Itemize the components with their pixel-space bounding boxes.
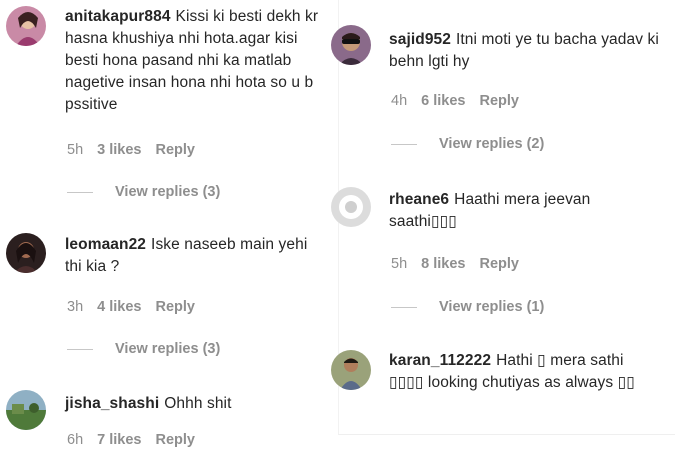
comment-text-block: karan_112222 Hathi ▯ mera sathi ▯▯▯▯ look… [389,350,659,394]
comment-time[interactable]: 3h [67,299,83,315]
comments-column-right: sajid952 Itni moti ye tu bacha yadav ki b… [331,0,675,435]
view-replies-label: View replies (2) [439,136,545,152]
reply-button[interactable]: Reply [155,432,195,448]
comment-meta: 5h 8 likes Reply [391,256,533,272]
comment-body: Ohhh shit [164,395,232,412]
comment-username[interactable]: sajid952 [389,31,451,48]
view-replies-button[interactable]: View replies (3) [67,341,220,357]
view-replies-label: View replies (1) [439,299,545,315]
comment-text-block: leomaan22 Iske naseeb main yehi thi kia ? [65,234,327,278]
comment-username[interactable]: leomaan22 [65,236,146,253]
divider-line [391,143,417,145]
view-replies-label: View replies (3) [115,184,221,200]
comment-likes[interactable]: 6 likes [421,93,465,109]
comment-likes[interactable]: 7 likes [97,432,141,448]
comment-text-block: jisha_shashi Ohhh shit [65,393,327,415]
reply-button[interactable]: Reply [155,299,195,315]
divider-line [67,191,93,193]
comment-likes[interactable]: 4 likes [97,299,141,315]
view-replies-button[interactable]: View replies (3) [67,184,220,200]
reply-button[interactable]: Reply [479,256,519,272]
avatar[interactable] [331,25,371,65]
comments-column-left: anitakapur884 Kissi ki besti dekh kr hasn… [0,0,338,450]
comment-time[interactable]: 5h [67,142,83,158]
avatar[interactable] [6,6,46,46]
comment-meta: 5h 3 likes Reply [67,142,209,158]
avatar[interactable] [331,187,371,227]
comment-time[interactable]: 5h [391,256,407,272]
comment-username[interactable]: karan_112222 [389,352,491,369]
comment-likes[interactable]: 8 likes [421,256,465,272]
avatar[interactable] [331,350,371,390]
view-replies-button[interactable]: View replies (1) [391,299,544,315]
comment-text-block: rheane6 Haathi mera jeevan saathi▯▯▯ [389,189,659,233]
reply-button[interactable]: Reply [479,93,519,109]
comment-likes[interactable]: 3 likes [97,142,141,158]
comment-time[interactable]: 6h [67,432,83,448]
divider-line [391,306,417,308]
reply-button[interactable]: Reply [155,142,195,158]
comment-username[interactable]: rheane6 [389,191,449,208]
comment-meta: 4h 6 likes Reply [391,93,533,109]
comment-text-block: anitakapur884 Kissi ki besti dekh kr hasn… [65,6,327,116]
view-replies-button[interactable]: View replies (2) [391,136,544,152]
view-replies-label: View replies (3) [115,341,221,357]
comment-username[interactable]: jisha_shashi [65,395,159,412]
divider-line [67,348,93,350]
comment-username[interactable]: anitakapur884 [65,8,171,25]
comment-text-block: sajid952 Itni moti ye tu bacha yadav ki b… [389,29,659,73]
comment-meta: 3h 4 likes Reply [67,299,209,315]
comment-time[interactable]: 4h [391,93,407,109]
avatar[interactable] [6,390,46,430]
avatar[interactable] [6,233,46,273]
comment-meta: 6h 7 likes Reply [67,432,209,448]
